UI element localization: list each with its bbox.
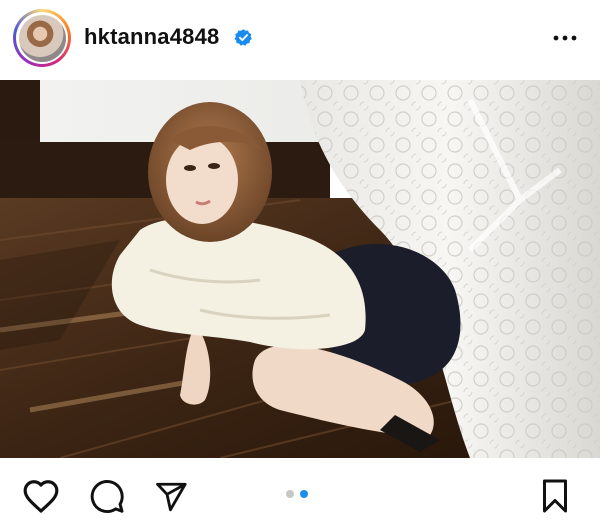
carousel-indicator [286,490,308,498]
story-ring[interactable] [13,9,71,67]
bookmark-icon[interactable] [540,478,570,514]
verified-badge-icon [234,29,252,46]
username-link[interactable]: hktanna4848 [84,24,220,50]
post-header: hktanna4848 [0,0,600,80]
post-photo[interactable] [0,80,600,458]
more-options-icon[interactable] [552,28,578,48]
avatar[interactable] [18,14,66,62]
comment-icon[interactable] [89,479,125,515]
send-icon[interactable] [153,480,189,514]
heart-icon[interactable] [22,478,60,514]
carousel-dot[interactable] [286,490,294,498]
photo-illustration [0,80,600,458]
carousel-dot-active[interactable] [300,490,308,498]
